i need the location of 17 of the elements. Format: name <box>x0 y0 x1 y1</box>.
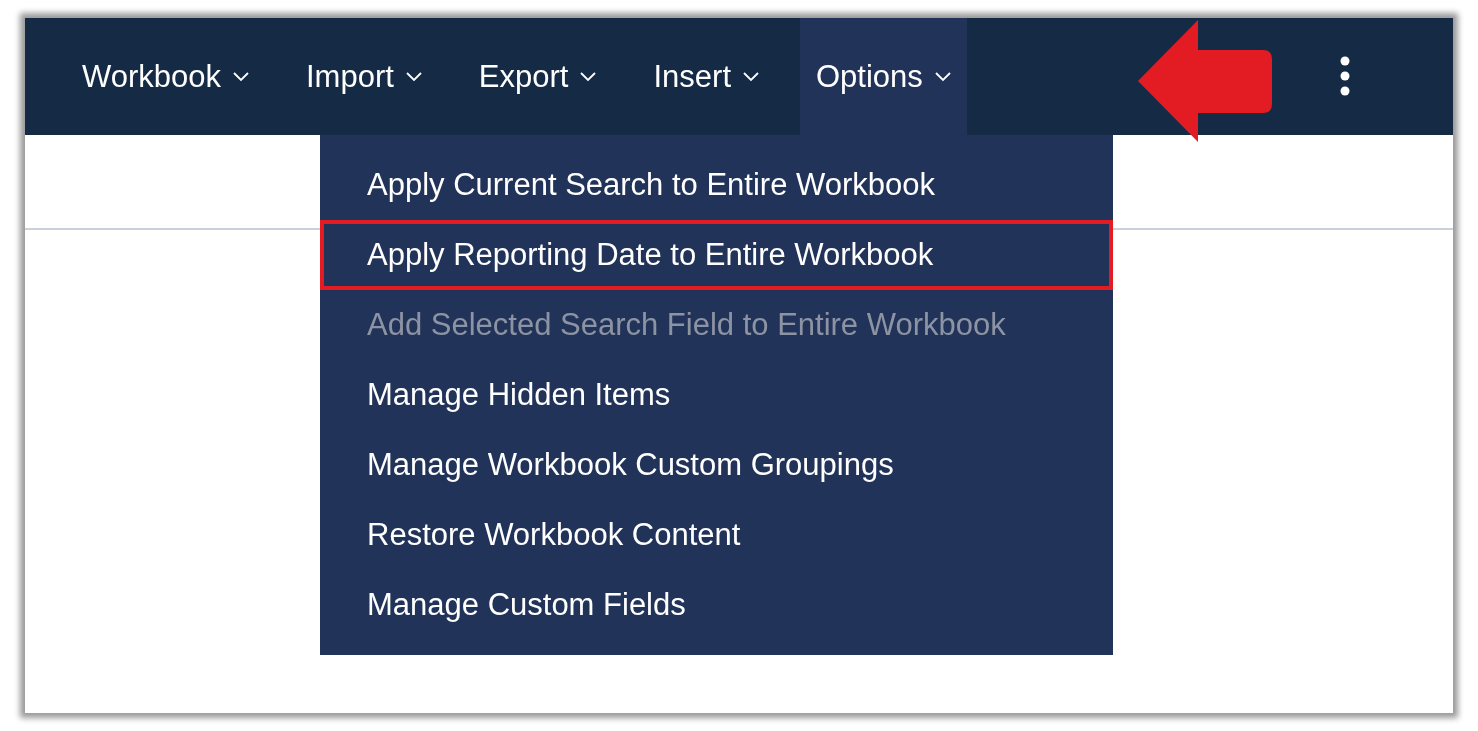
chevron-down-icon <box>405 71 422 82</box>
menu-item[interactable]: Restore Workbook Content <box>320 500 1113 570</box>
menu-item[interactable]: Manage Hidden Items <box>320 360 1113 430</box>
nav-tab[interactable]: Workbook <box>66 18 265 135</box>
chevron-down-icon <box>580 71 597 82</box>
nav-tab[interactable]: Export <box>462 18 613 135</box>
nav-tab[interactable]: Insert <box>637 18 775 135</box>
nav-tab[interactable]: Import <box>290 18 438 135</box>
menu-item[interactable]: Apply Current Search to Entire Workbook <box>320 150 1113 220</box>
menu-item[interactable]: Apply Reporting Date to Entire Workbook <box>320 220 1113 290</box>
chevron-down-icon <box>934 71 951 82</box>
chevron-down-icon <box>743 71 759 82</box>
arrow-icon <box>1138 20 1273 142</box>
nav-tab[interactable]: Options <box>800 18 967 135</box>
chevron-down-icon <box>233 71 249 82</box>
menu-item[interactable]: Manage Custom Fields <box>320 570 1113 640</box>
menu-item[interactable]: Manage Workbook Custom Groupings <box>320 430 1113 500</box>
